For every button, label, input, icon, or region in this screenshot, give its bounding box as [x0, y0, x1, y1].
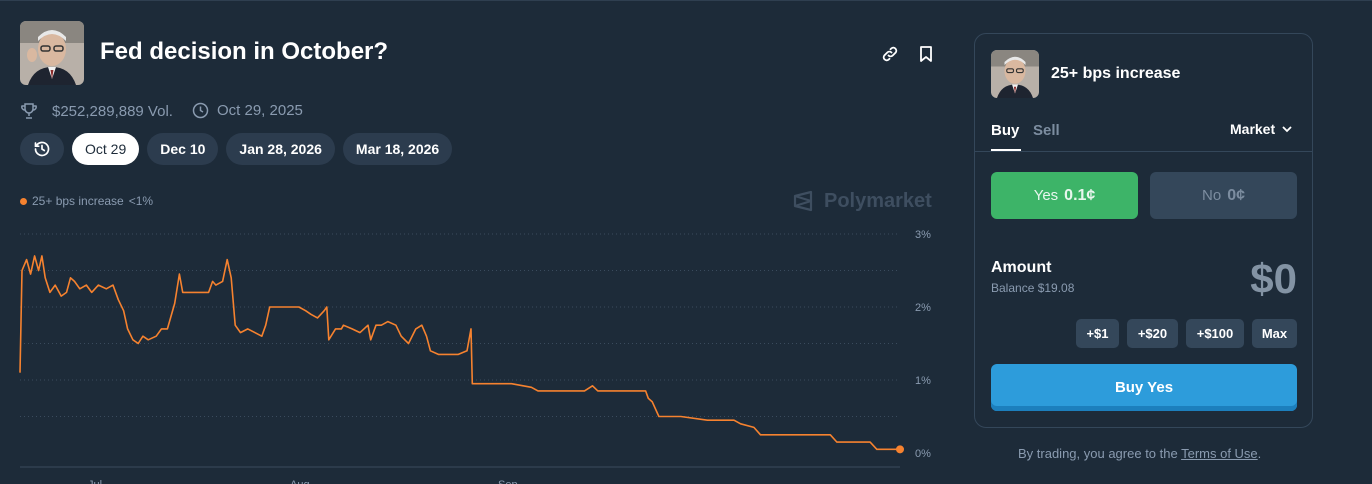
terms-prefix: By trading, you agree to the	[1018, 446, 1182, 461]
end-date-text: Oct 29, 2025	[217, 102, 303, 119]
tab-mar-18-2026[interactable]: Mar 18, 2026	[342, 133, 453, 165]
yes-button[interactable]: Yes 0.1¢	[991, 172, 1138, 219]
date-tabs: Oct 29 Dec 10 Jan 28, 2026 Mar 18, 2026	[20, 133, 453, 165]
add-100-button[interactable]: +$100	[1186, 319, 1244, 348]
add-20-button[interactable]: +$20	[1127, 319, 1178, 348]
order-type-label: Market	[1230, 121, 1276, 137]
x-tick-label: Sep	[498, 479, 518, 484]
outcome-title: 25+ bps increase	[1051, 65, 1181, 82]
yes-label: Yes	[1033, 187, 1059, 204]
volume-text: $252,289,889 Vol.	[52, 102, 173, 120]
max-button[interactable]: Max	[1252, 319, 1297, 348]
terms-suffix: .	[1257, 446, 1262, 461]
tab-sell[interactable]: Sell	[1033, 122, 1060, 139]
legend-series-value: <1%	[128, 194, 154, 208]
buy-yes-button[interactable]: Buy Yes	[991, 364, 1297, 411]
terms-notice: By trading, you agree to the Terms of Us…	[1018, 446, 1261, 461]
yes-price: 0.1¢	[1064, 186, 1096, 204]
volume-meta: $252,289,889 Vol.	[20, 102, 173, 120]
add-1-button[interactable]: +$1	[1076, 319, 1119, 348]
polymarket-logo-icon	[793, 190, 813, 212]
legend-series-name: 25+ bps increase	[32, 194, 124, 208]
watermark-text: Polymarket	[824, 189, 932, 212]
bookmark-icon[interactable]	[916, 44, 936, 64]
series-endpoint	[896, 445, 904, 454]
y-tick-label: 3%	[915, 229, 931, 241]
price-chart[interactable]: 3% 2% 1% 0% Jul Aug Sep	[0, 215, 950, 484]
series-line	[19, 255, 900, 451]
amount-input[interactable]: $0	[1250, 255, 1297, 303]
market-avatar-image	[20, 21, 84, 85]
legend-dot	[20, 197, 27, 205]
panel-divider	[975, 151, 1312, 152]
tab-dec-10[interactable]: Dec 10	[147, 133, 219, 165]
page-title: Fed decision in October?	[100, 38, 389, 65]
terms-of-use-link[interactable]: Terms of Use	[1181, 446, 1258, 461]
chevron-down-icon	[1282, 126, 1292, 133]
order-type-dropdown[interactable]: Market	[1230, 121, 1293, 137]
outcome-avatar-image	[991, 50, 1039, 98]
no-price: 0¢	[1227, 186, 1245, 204]
y-tick-label: 0%	[915, 448, 931, 460]
chart-legend: 25+ bps increase <1%	[20, 194, 153, 208]
y-tick-label: 2%	[915, 302, 931, 314]
x-tick-label: Aug	[290, 479, 310, 484]
trophy-icon	[21, 103, 37, 119]
no-label: No	[1202, 187, 1222, 204]
tab-buy[interactable]: Buy	[991, 122, 1019, 139]
history-icon	[34, 141, 50, 157]
amount-label: Amount	[991, 259, 1052, 276]
polymarket-watermark: Polymarket	[792, 189, 932, 213]
y-tick-label: 1%	[915, 375, 931, 387]
tab-jan-28-2026[interactable]: Jan 28, 2026	[226, 133, 335, 165]
no-button[interactable]: No 0¢	[1150, 172, 1297, 219]
tab-oct-29[interactable]: Oct 29	[72, 133, 140, 165]
history-clock-button[interactable]	[20, 133, 64, 165]
date-meta: Oct 29, 2025	[192, 102, 303, 119]
link-icon[interactable]	[880, 44, 900, 64]
clock-icon	[192, 102, 209, 119]
top-divider	[0, 0, 1372, 1]
balance-text: Balance $19.08	[991, 281, 1075, 295]
x-tick-label: Jul	[88, 479, 102, 484]
